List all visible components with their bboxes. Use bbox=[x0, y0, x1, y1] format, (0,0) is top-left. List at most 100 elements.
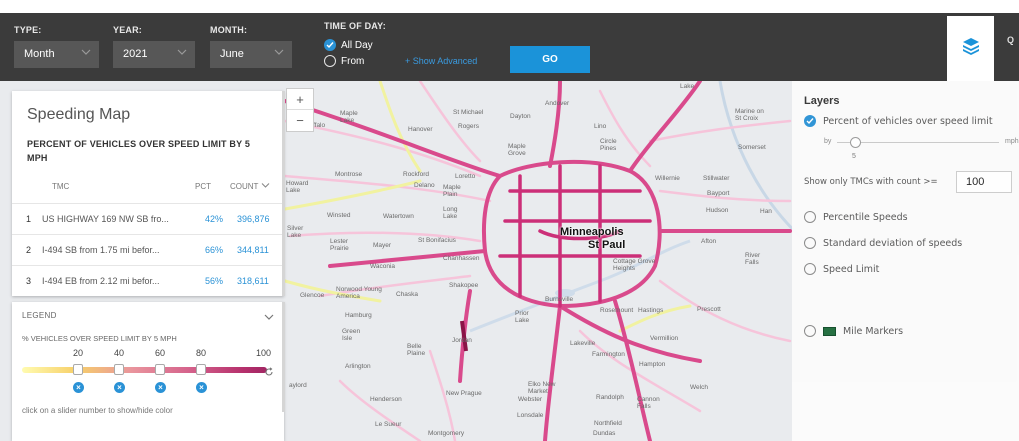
go-button[interactable]: GO bbox=[510, 46, 590, 73]
layer-option-pct-label: Percent of vehicles over speed limit bbox=[823, 115, 993, 127]
town-cottage-grove: Cottage Grove Heights bbox=[613, 258, 656, 272]
row-count: 344,811 bbox=[237, 245, 269, 255]
town-hampton: Hampton bbox=[639, 361, 666, 368]
town-rockford: Rockford bbox=[403, 171, 430, 178]
table-row[interactable]: 2 I-494 SB from 1.75 mi befor... 66% 344… bbox=[12, 234, 284, 264]
speeding-panel: Speeding Map PERCENT OF VEHICLES OVER SP… bbox=[12, 91, 285, 296]
layer-option-percentile-label: Percentile Speeds bbox=[823, 211, 908, 223]
town-vermillion: Vermillion bbox=[650, 335, 679, 342]
legend-slider-handle[interactable] bbox=[196, 364, 206, 375]
zoom-in-button[interactable]: + bbox=[287, 89, 313, 110]
row-tmc: I-494 EB from 2.12 mi befor... bbox=[42, 276, 160, 286]
all-day-radio[interactable]: All Day bbox=[324, 39, 373, 51]
legend-tick[interactable]: 40 bbox=[114, 348, 124, 358]
legend-slider-handle[interactable] bbox=[155, 364, 165, 375]
row-count: 396,876 bbox=[237, 214, 270, 224]
town-circle-pines: Circle Pines bbox=[600, 138, 617, 152]
layer-option-speed-limit[interactable]: Speed Limit bbox=[804, 263, 879, 275]
town-rogers: Rogers bbox=[458, 123, 479, 130]
close-icon[interactable]: × bbox=[155, 382, 166, 393]
town-stillwater: Stillwater bbox=[703, 175, 730, 182]
count-threshold-input[interactable]: 100 bbox=[956, 171, 1012, 193]
layer-option-stddev-label: Standard deviation of speeds bbox=[823, 237, 963, 249]
table-scrollbar[interactable] bbox=[282, 91, 285, 296]
legend-tick[interactable]: 20 bbox=[73, 348, 83, 358]
layer-option-pct[interactable]: Percent of vehicles over speed limit bbox=[804, 115, 993, 127]
legend-tick[interactable]: 80 bbox=[196, 348, 206, 358]
chevron-down-icon[interactable] bbox=[264, 308, 274, 326]
radio-unchecked-icon bbox=[804, 211, 816, 223]
legend-slider-handle[interactable] bbox=[114, 364, 124, 375]
close-icon[interactable]: × bbox=[73, 382, 84, 393]
town-howard-lake: Howard Lake bbox=[286, 180, 309, 194]
speed-slider-handle[interactable] bbox=[850, 137, 861, 148]
legend-scrollbar[interactable] bbox=[282, 302, 285, 412]
show-advanced-link[interactable]: + Show Advanced bbox=[405, 56, 477, 66]
layer-option-speed-limit-label: Speed Limit bbox=[823, 263, 880, 275]
town-jordan: Jordan bbox=[452, 337, 472, 344]
town-henderson: Henderson bbox=[370, 396, 402, 403]
panel-subtitle: PERCENT OF VEHICLES OVER SPEED LIMIT BY … bbox=[27, 139, 251, 163]
town-shakopee: Shakopee bbox=[449, 282, 479, 289]
close-icon[interactable]: × bbox=[114, 382, 125, 393]
layer-option-stddev[interactable]: Standard deviation of speeds bbox=[804, 237, 962, 249]
town-arlington: Arlington bbox=[345, 363, 371, 370]
row-rank: 1 bbox=[26, 214, 32, 224]
layers-panel: Layers Percent of vehicles over speed li… bbox=[792, 81, 1019, 441]
row-rank: 2 bbox=[26, 245, 32, 255]
legend-slider-handle[interactable] bbox=[73, 364, 83, 375]
zoom-out-button[interactable]: − bbox=[287, 110, 313, 131]
town-hudson: Hudson bbox=[706, 207, 729, 214]
layer-option-percentile[interactable]: Percentile Speeds bbox=[804, 211, 908, 223]
town-maple-grove: Maple Grove bbox=[508, 143, 526, 157]
row-pct: 56% bbox=[205, 276, 224, 286]
from-radio[interactable]: From bbox=[324, 55, 364, 67]
all-day-label: All Day bbox=[341, 39, 373, 51]
town-waconia: Waconia bbox=[370, 263, 396, 270]
legend-tick[interactable]: 60 bbox=[155, 348, 165, 358]
panel-title: Speeding Map bbox=[27, 106, 131, 123]
town-lino: Lino bbox=[594, 123, 607, 130]
month-select[interactable]: June bbox=[210, 41, 292, 68]
row-tmc: US HIGHWAY 169 NW SB fro... bbox=[42, 214, 169, 224]
legend-description: % VEHICLES OVER SPEED LIMIT BY 5 MPH bbox=[22, 334, 177, 343]
table-row[interactable]: 1 US HIGHWAY 169 NW SB fro... 42% 396,87… bbox=[12, 203, 284, 233]
type-select[interactable]: Month bbox=[14, 41, 99, 68]
column-header-pct[interactable]: PCT bbox=[195, 182, 211, 191]
town-glencoe: Glencoe bbox=[300, 292, 325, 299]
layers-button[interactable] bbox=[947, 16, 994, 81]
town-marine: Marine on St Croix bbox=[735, 108, 764, 122]
town-montrose: Montrose bbox=[335, 171, 363, 178]
city-minneapolis: Minneapolis bbox=[560, 226, 624, 238]
town-chanhassen: Chanhassen bbox=[443, 255, 480, 262]
table-row[interactable]: 3 I-494 EB from 2.12 mi befor... 56% 318… bbox=[12, 265, 284, 295]
mph-label: mph bbox=[1005, 138, 1019, 145]
legend-title: LEGEND bbox=[22, 311, 57, 320]
town-northfield: Northfield bbox=[594, 420, 622, 427]
column-header-tmc[interactable]: TMC bbox=[52, 182, 69, 191]
row-tmc: I-494 SB from 1.75 mi befor... bbox=[42, 245, 160, 255]
town-afton: Afton bbox=[701, 238, 717, 245]
close-icon[interactable]: × bbox=[196, 382, 207, 393]
town-han: Han bbox=[760, 208, 772, 215]
town-silver-lake: Silver Lake bbox=[287, 225, 304, 239]
reset-icon[interactable] bbox=[264, 364, 274, 382]
speed-slider-track[interactable] bbox=[837, 142, 999, 143]
town-rosemount: Rosemount bbox=[600, 307, 634, 314]
layer-option-mile-markers[interactable]: Mile Markers bbox=[804, 325, 903, 337]
town-lakeville: Lakeville bbox=[570, 340, 596, 347]
radio-unchecked-icon bbox=[804, 263, 816, 275]
speeding-map-app: Andover Lake Marine on St Croix Maple Lake… bbox=[0, 0, 1019, 441]
town-maple-plain: Maple Plain bbox=[443, 184, 461, 198]
town-prescott: Prescott bbox=[697, 306, 721, 313]
town-chaska: Chaska bbox=[396, 291, 419, 298]
town-watertown: Watertown bbox=[383, 213, 414, 220]
layer-option-mile-markers-label: Mile Markers bbox=[843, 325, 904, 337]
checkmark-icon bbox=[804, 115, 816, 127]
row-pct: 42% bbox=[205, 214, 224, 224]
chevron-down-icon bbox=[261, 182, 270, 191]
year-select[interactable]: 2021 bbox=[113, 41, 195, 68]
town-long-lake: Long Lake bbox=[443, 206, 458, 220]
column-header-count[interactable]: COUNT bbox=[230, 182, 270, 191]
month-label: MONTH: bbox=[210, 25, 248, 35]
